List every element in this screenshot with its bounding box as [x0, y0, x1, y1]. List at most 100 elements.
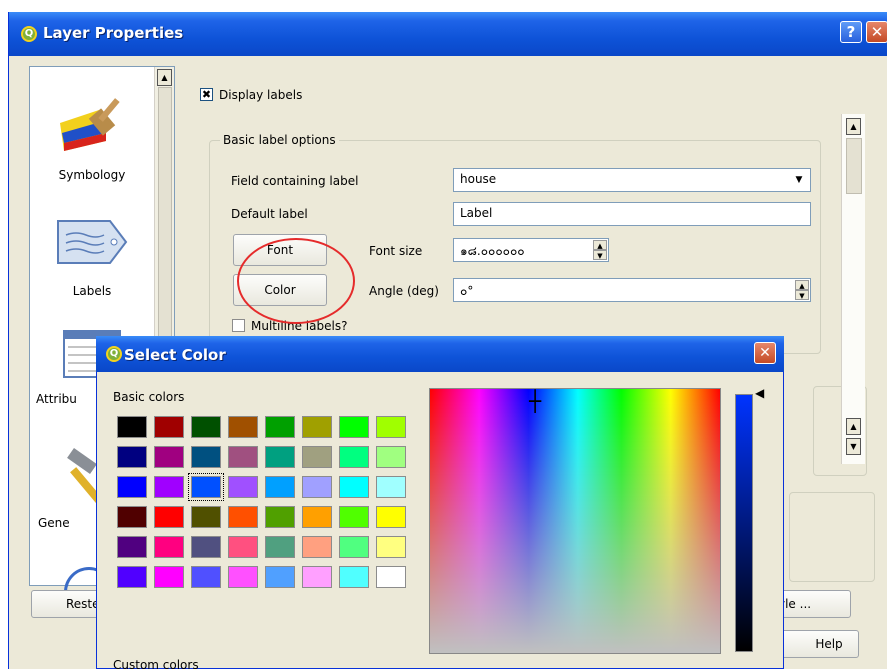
qgis-logo-icon: Q: [106, 346, 122, 362]
field-containing-label-combo[interactable]: house ▼: [453, 168, 811, 192]
color-swatch[interactable]: [117, 416, 147, 438]
scroll-down-button[interactable]: ▼: [846, 438, 861, 455]
color-swatch[interactable]: [228, 566, 258, 588]
sidebar-item-label: Labels: [72, 284, 112, 298]
color-swatch[interactable]: [228, 446, 258, 468]
color-swatch[interactable]: [191, 506, 221, 528]
chevron-down-icon[interactable]: ▼: [790, 171, 808, 189]
sidebar-item-symbology[interactable]: Symbology: [30, 93, 154, 182]
highlight-annotation: [237, 238, 355, 324]
color-swatch[interactable]: [265, 536, 295, 558]
sidebar-item-label: Symbology: [58, 168, 126, 182]
color-spectrum-picker[interactable]: [429, 388, 721, 654]
display-labels-checkbox[interactable]: ✖: [200, 88, 213, 101]
color-swatch[interactable]: [376, 566, 406, 588]
color-swatch[interactable]: [339, 416, 369, 438]
luminance-slider[interactable]: [735, 394, 753, 652]
default-label-input[interactable]: Label: [453, 202, 811, 226]
combo-value: house: [460, 172, 497, 186]
dialog-title: Select Color: [124, 346, 226, 364]
window-titlebar[interactable]: Q Layer Properties ? ✕: [9, 12, 887, 56]
color-swatch[interactable]: [302, 536, 332, 558]
color-swatch[interactable]: [302, 416, 332, 438]
spin-down-icon[interactable]: ▼: [795, 290, 809, 300]
color-swatch[interactable]: [154, 566, 184, 588]
color-swatch[interactable]: [302, 506, 332, 528]
angle-value: ๐°: [460, 284, 474, 298]
color-swatch[interactable]: [265, 476, 295, 498]
scroll-up-button[interactable]: ▲: [846, 418, 861, 435]
label-tag-icon: [57, 220, 128, 264]
color-swatch[interactable]: [376, 506, 406, 528]
color-swatch[interactable]: [339, 446, 369, 468]
color-swatch[interactable]: [302, 476, 332, 498]
close-dialog-button[interactable]: ✕: [754, 342, 776, 364]
tertiary-group: [789, 492, 875, 582]
scroll-up-button[interactable]: ▲: [157, 69, 172, 86]
color-swatch[interactable]: [117, 506, 147, 528]
color-swatch[interactable]: [228, 506, 258, 528]
color-swatch[interactable]: [188, 473, 224, 501]
color-swatch[interactable]: [265, 446, 295, 468]
paintbrush-icon: [60, 98, 120, 151]
color-swatch[interactable]: [191, 566, 221, 588]
color-swatch[interactable]: [117, 446, 147, 468]
color-swatch[interactable]: [191, 446, 221, 468]
color-swatch[interactable]: [376, 476, 406, 498]
close-window-button[interactable]: ✕: [866, 21, 887, 43]
color-swatch[interactable]: [228, 476, 258, 498]
color-swatch[interactable]: [191, 416, 221, 438]
color-swatch[interactable]: [376, 446, 406, 468]
color-swatch[interactable]: [117, 566, 147, 588]
scroll-thumb[interactable]: [846, 138, 862, 194]
sidebar-item-labels[interactable]: Labels: [30, 217, 154, 298]
color-swatch[interactable]: [154, 446, 184, 468]
color-swatch[interactable]: [191, 536, 221, 558]
font-size-label: Font size: [369, 244, 423, 258]
display-labels-label: Display labels: [219, 88, 303, 102]
crosshair-icon: ┼: [529, 389, 542, 413]
angle-spin-buttons[interactable]: ▲ ▼: [795, 280, 809, 300]
color-swatch[interactable]: [339, 566, 369, 588]
color-swatch[interactable]: [228, 416, 258, 438]
spin-up-icon[interactable]: ▲: [795, 280, 809, 290]
spin-down-icon[interactable]: ▼: [593, 250, 607, 260]
font-size-spinbox[interactable]: ๑๘.๐๐๐๐๐๐ ▲ ▼: [453, 238, 609, 262]
panel-scrollbar[interactable]: ▲ ▲ ▼: [841, 114, 865, 464]
color-swatch[interactable]: [339, 536, 369, 558]
color-swatch[interactable]: [265, 566, 295, 588]
angle-spinbox[interactable]: ๐° ▲ ▼: [453, 278, 811, 302]
color-swatch[interactable]: [154, 536, 184, 558]
window-title: Layer Properties: [43, 24, 184, 42]
default-label-label: Default label: [231, 207, 308, 221]
dialog-titlebar[interactable]: Q Select Color ✕: [96, 336, 784, 372]
default-label-value: Label: [460, 206, 493, 220]
color-swatch[interactable]: [154, 416, 184, 438]
color-swatch[interactable]: [265, 506, 295, 528]
group-title: Basic label options: [220, 133, 339, 147]
qgis-logo-icon: Q: [21, 26, 37, 42]
color-swatch[interactable]: [154, 476, 184, 498]
color-swatch[interactable]: [339, 476, 369, 498]
luminance-pointer-icon[interactable]: ◀: [755, 386, 764, 400]
field-containing-label-label: Field containing label: [231, 174, 359, 188]
color-swatch[interactable]: [154, 506, 184, 528]
color-swatch[interactable]: [228, 536, 258, 558]
spin-up-icon[interactable]: ▲: [593, 240, 607, 250]
color-swatch[interactable]: [339, 506, 369, 528]
color-swatch[interactable]: [376, 536, 406, 558]
color-swatch[interactable]: [117, 476, 147, 498]
font-size-spin-buttons[interactable]: ▲ ▼: [593, 240, 607, 260]
color-swatch[interactable]: [376, 416, 406, 438]
color-swatch[interactable]: [265, 416, 295, 438]
scroll-up-button[interactable]: ▲: [846, 118, 861, 135]
color-swatch[interactable]: [117, 536, 147, 558]
basic-colors-label: Basic colors: [113, 390, 185, 404]
color-swatch[interactable]: [302, 446, 332, 468]
help-button[interactable]: Help: [779, 630, 859, 658]
help-title-button[interactable]: ?: [840, 21, 862, 43]
select-color-dialog: Q Select Color ✕ Basic colors ┼ ◀ Custom…: [96, 336, 784, 672]
color-swatch[interactable]: [302, 566, 332, 588]
angle-label: Angle (deg): [369, 284, 439, 298]
multiline-labels-checkbox[interactable]: [232, 319, 245, 332]
